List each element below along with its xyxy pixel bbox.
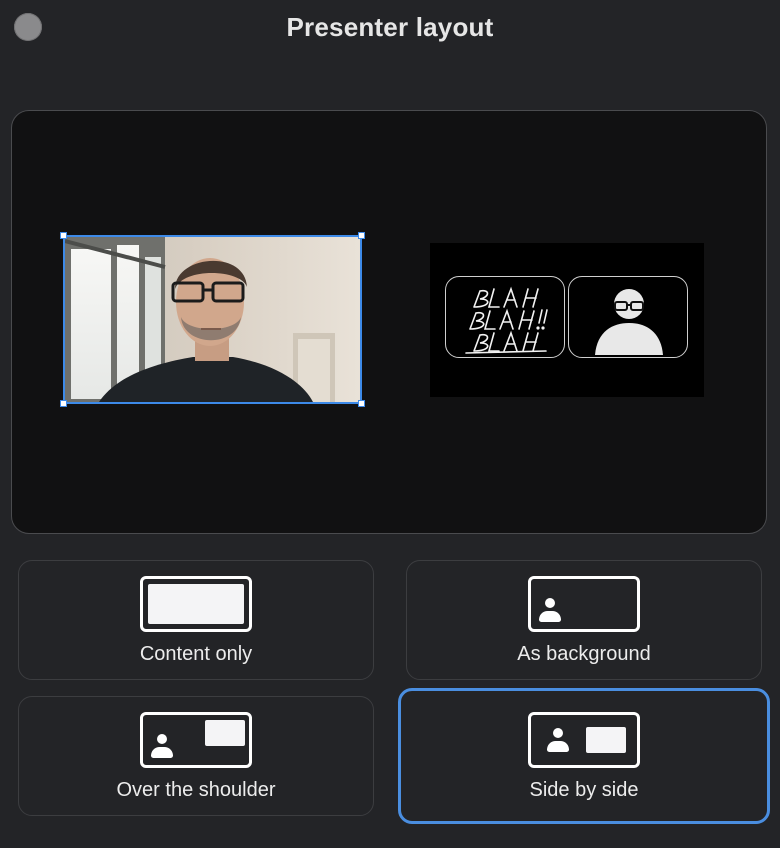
as-background-icon xyxy=(528,576,640,632)
presenter-layout-window: Presenter layout Content only As backgro… xyxy=(0,0,780,848)
blah-card xyxy=(445,276,565,358)
window-title: Presenter layout xyxy=(286,12,494,42)
option-label: Content only xyxy=(139,643,253,665)
layout-option-side-by-side[interactable]: Side by side xyxy=(398,688,770,824)
presenter-video-image xyxy=(65,237,360,402)
resize-handle-top-left[interactable] xyxy=(60,232,67,239)
over-the-shoulder-icon xyxy=(140,712,252,768)
content-only-icon xyxy=(140,576,252,632)
blah-blah-lettering xyxy=(465,286,548,354)
resize-handle-top-right[interactable] xyxy=(358,232,365,239)
camera-feed[interactable] xyxy=(63,235,362,404)
option-label: As background xyxy=(517,643,651,665)
side-by-side-icon xyxy=(528,712,640,768)
option-label: Side by side xyxy=(529,779,639,801)
resize-handle-bottom-left[interactable] xyxy=(60,400,67,407)
option-label: Over the shoulder xyxy=(116,779,276,801)
layout-option-content-only[interactable]: Content only xyxy=(18,560,374,680)
layout-option-over-the-shoulder[interactable]: Over the shoulder xyxy=(18,696,374,816)
shared-content-preview xyxy=(430,243,704,397)
layout-option-as-background[interactable]: As background xyxy=(406,560,762,680)
resize-handle-bottom-right[interactable] xyxy=(358,400,365,407)
avatar-card xyxy=(568,276,688,358)
avatar-silhouette-icon xyxy=(595,289,663,355)
